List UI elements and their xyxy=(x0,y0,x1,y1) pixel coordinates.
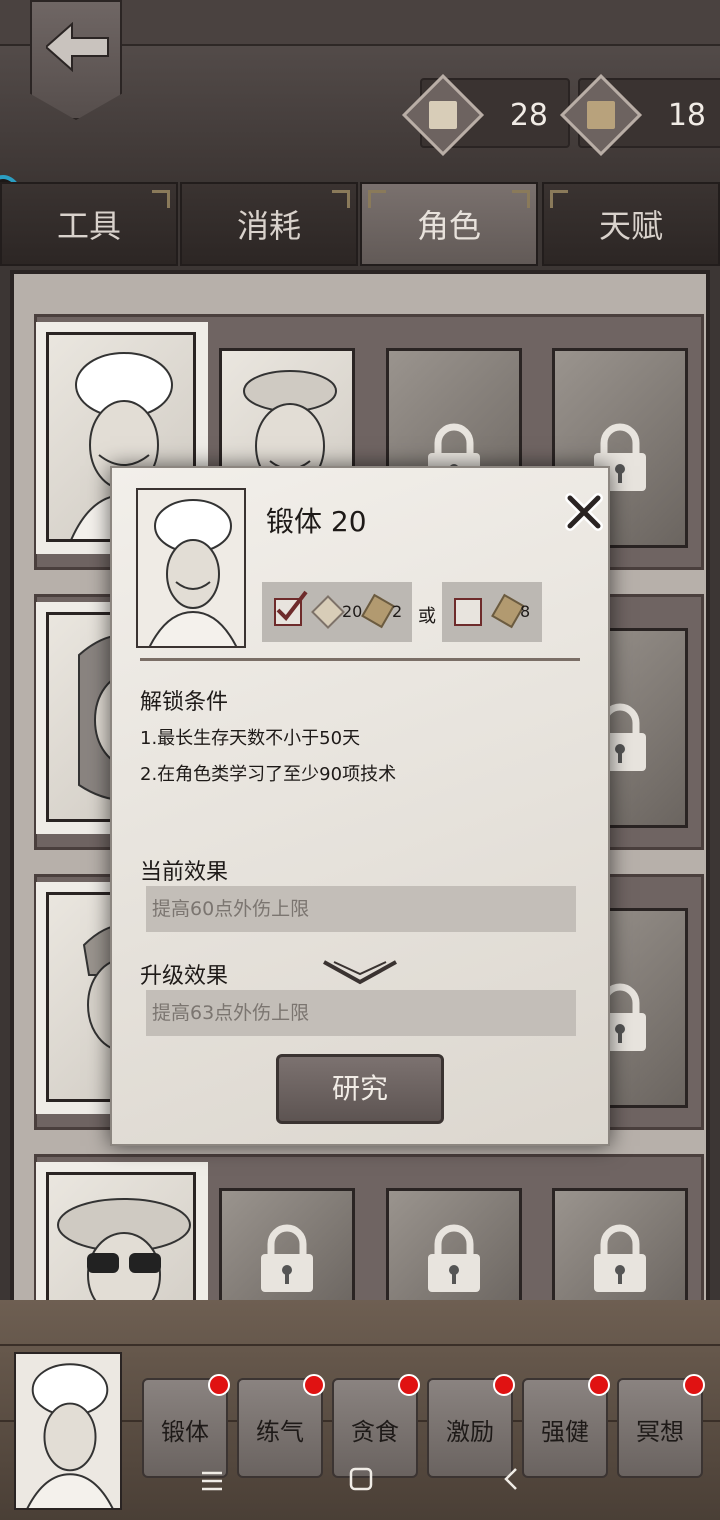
skill-label: 强健 xyxy=(541,1418,589,1446)
cost-checkbox-2[interactable] xyxy=(454,598,482,626)
upgrade-effect-text: 提高63点外伤上限 xyxy=(146,990,576,1036)
book-icon xyxy=(361,593,395,629)
paper-icon xyxy=(401,73,485,157)
lock-icon xyxy=(594,1224,646,1293)
notification-badge xyxy=(683,1374,705,1396)
tab-consumables[interactable]: 消耗 xyxy=(180,182,358,266)
plank-line xyxy=(0,1344,720,1346)
popup-portrait xyxy=(136,488,246,648)
notification-badge xyxy=(588,1374,610,1396)
cost-option-2[interactable]: 8 xyxy=(442,582,542,642)
current-effect-text: 提高60点外伤上限 xyxy=(146,886,576,932)
tab-characters[interactable]: 角色 xyxy=(360,182,538,266)
paper-resource-box: 28 xyxy=(401,73,570,157)
paper-icon xyxy=(311,595,345,629)
notification-badge xyxy=(493,1374,515,1396)
skill-label: 练气 xyxy=(256,1418,304,1446)
category-tabs: 工具 消耗 角色 天赋 xyxy=(0,182,720,266)
book-resource-box: 18 xyxy=(559,73,720,157)
home-icon[interactable] xyxy=(348,1466,374,1492)
cost-option-1[interactable]: 20 2 xyxy=(262,582,412,642)
divider xyxy=(140,658,580,661)
cost-checkbox-1[interactable] xyxy=(274,590,308,626)
lock-icon xyxy=(261,1224,313,1293)
current-effect-title: 当前效果 xyxy=(140,860,229,885)
skill-label: 激励 xyxy=(446,1418,494,1446)
research-button[interactable]: 研究 xyxy=(276,1054,444,1124)
tab-label: 消耗 xyxy=(236,207,301,245)
skill-label: 冥想 xyxy=(636,1418,684,1446)
skill-title: 锻体 20 xyxy=(266,505,367,538)
tab-label: 天赋 xyxy=(598,207,663,245)
tab-tools[interactable]: 工具 xyxy=(0,182,178,266)
chef-portrait-icon xyxy=(148,499,238,646)
unlock-condition: 2.在角色类学习了至少90项技术 xyxy=(140,764,397,785)
lock-icon xyxy=(428,1224,480,1293)
notification-badge xyxy=(208,1374,230,1396)
upgrade-effect-title: 升级效果 xyxy=(140,964,229,989)
skill-detail-popup: 锻体 20 20 2 或 8 解锁条件 1.最长生存天数不小于50天 2.在角色… xyxy=(110,466,610,1146)
system-nav-bar xyxy=(0,1452,720,1520)
tab-label: 工具 xyxy=(56,207,121,245)
back-arrow-icon xyxy=(46,22,109,72)
back-nav-icon[interactable] xyxy=(500,1466,522,1492)
checkmark-icon xyxy=(276,590,308,622)
chevron-down-icon xyxy=(323,960,397,985)
book-count: 18 xyxy=(667,98,706,133)
unlock-title: 解锁条件 xyxy=(140,690,229,715)
book-cost: 8 xyxy=(520,602,531,621)
book-icon xyxy=(559,73,643,157)
paper-cost: 20 xyxy=(342,602,363,621)
close-icon[interactable] xyxy=(564,492,604,532)
tab-talents[interactable]: 天赋 xyxy=(542,182,720,266)
back-button[interactable] xyxy=(30,0,122,120)
skill-label: 贪食 xyxy=(351,1418,399,1446)
top-header: 28 18 xyxy=(0,0,720,180)
or-label: 或 xyxy=(418,606,436,627)
skill-label: 锻体 xyxy=(161,1418,209,1446)
unlock-condition: 1.最长生存天数不小于50天 xyxy=(140,728,361,749)
paper-count: 28 xyxy=(509,98,548,133)
character-portrait-locked[interactable] xyxy=(552,1188,688,1318)
book-cost: 2 xyxy=(392,602,403,621)
character-portrait-locked[interactable] xyxy=(386,1188,522,1318)
tab-label: 角色 xyxy=(416,207,481,245)
notification-badge xyxy=(303,1374,325,1396)
menu-icon[interactable] xyxy=(200,1470,224,1492)
notification-badge xyxy=(398,1374,420,1396)
character-portrait-locked[interactable] xyxy=(219,1188,355,1318)
